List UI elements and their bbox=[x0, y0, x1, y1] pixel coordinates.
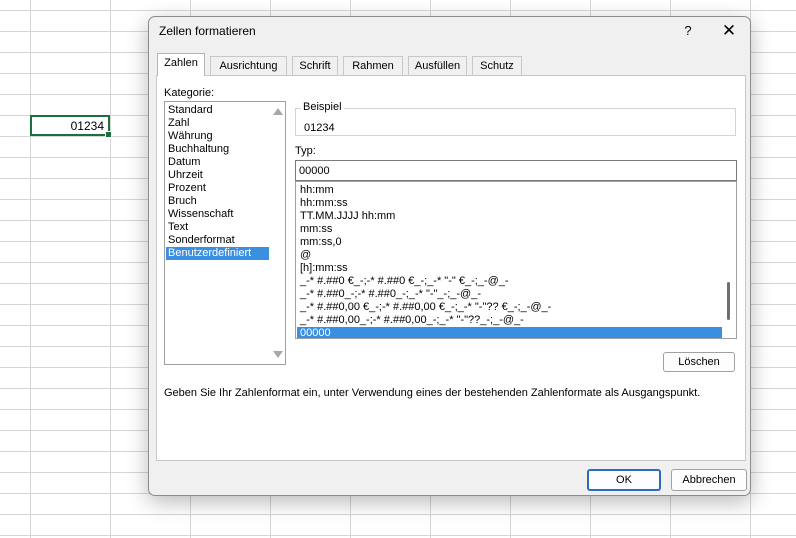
format-item[interactable]: @ bbox=[297, 249, 722, 262]
loeschen-button[interactable]: Löschen bbox=[663, 352, 735, 372]
cell-value: 01234 bbox=[70, 119, 104, 133]
tab-ausrichtung[interactable]: Ausrichtung bbox=[210, 56, 287, 75]
tab-rahmen[interactable]: Rahmen bbox=[343, 56, 403, 75]
dialog-title: Zellen formatieren bbox=[159, 24, 256, 38]
help-button[interactable]: ? bbox=[675, 19, 701, 43]
kategorie-item[interactable]: Text bbox=[166, 221, 269, 234]
format-item[interactable]: mm:ss bbox=[297, 223, 722, 236]
kategorie-label: Kategorie: bbox=[164, 87, 215, 99]
tab-zahlen[interactable]: Zahlen bbox=[157, 53, 205, 76]
format-cells-dialog: Zellen formatieren ? ✕ Zahlen Ausrichtun… bbox=[148, 16, 751, 496]
format-list-scrollbar[interactable] bbox=[727, 282, 730, 320]
format-item[interactable]: _-* #.##0_-;-* #.##0_-;_-* "-"_-;_-@_- bbox=[297, 288, 722, 301]
format-item[interactable]: hh:mm:ss bbox=[297, 197, 722, 210]
kategorie-item[interactable]: Bruch bbox=[166, 195, 269, 208]
kategorie-item[interactable]: Wissenschaft bbox=[166, 208, 269, 221]
tab-schrift[interactable]: Schrift bbox=[292, 56, 338, 75]
cancel-button[interactable]: Abbrechen bbox=[671, 469, 747, 491]
hint-text: Geben Sie Ihr Zahlenformat ein, unter Ve… bbox=[164, 387, 701, 399]
format-item-selected[interactable]: 00000 bbox=[297, 327, 722, 338]
scroll-down-icon[interactable] bbox=[273, 351, 283, 358]
scroll-up-icon[interactable] bbox=[273, 108, 283, 115]
kategorie-item[interactable]: Buchhaltung bbox=[166, 143, 269, 156]
kategorie-list[interactable]: Standard Zahl Währung Buchhaltung Datum … bbox=[164, 101, 286, 365]
close-icon[interactable]: ✕ bbox=[715, 19, 743, 43]
kategorie-item[interactable]: Datum bbox=[166, 156, 269, 169]
kategorie-item[interactable]: Uhrzeit bbox=[166, 169, 269, 182]
kategorie-item[interactable]: Währung bbox=[166, 130, 269, 143]
typ-label: Typ: bbox=[295, 145, 316, 157]
tab-ausfuellen[interactable]: Ausfüllen bbox=[408, 56, 467, 75]
format-item[interactable]: [h]:mm:ss bbox=[297, 262, 722, 275]
beispiel-groupbox bbox=[295, 108, 736, 136]
format-item[interactable]: mm:ss,0 bbox=[297, 236, 722, 249]
kategorie-item[interactable]: Sonderformat bbox=[166, 234, 269, 247]
fill-handle[interactable] bbox=[105, 131, 112, 138]
format-list[interactable]: hh:mm hh:mm:ss TT.MM.JJJJ hh:mm mm:ss mm… bbox=[295, 181, 737, 339]
ok-button[interactable]: OK bbox=[587, 469, 661, 491]
format-item[interactable]: _-* #.##0 €_-;-* #.##0 €_-;_-* "-" €_-;_… bbox=[297, 275, 722, 288]
kategorie-item[interactable]: Zahl bbox=[166, 117, 269, 130]
typ-input[interactable] bbox=[295, 160, 737, 181]
kategorie-scrollbar[interactable] bbox=[269, 102, 285, 364]
beispiel-value: 01234 bbox=[304, 122, 335, 134]
format-item[interactable]: _-* #.##0,00_-;-* #.##0,00_-;_-* "-"??_-… bbox=[297, 314, 722, 327]
kategorie-item[interactable]: Prozent bbox=[166, 182, 269, 195]
format-item[interactable]: hh:mm bbox=[297, 184, 722, 197]
beispiel-label: Beispiel bbox=[301, 101, 344, 113]
kategorie-item-selected[interactable]: Benutzerdefiniert bbox=[166, 247, 269, 260]
tab-schutz[interactable]: Schutz bbox=[472, 56, 522, 75]
active-cell[interactable]: 01234 bbox=[30, 115, 112, 138]
format-item[interactable]: TT.MM.JJJJ hh:mm bbox=[297, 210, 722, 223]
format-item[interactable]: _-* #.##0,00 €_-;-* #.##0,00 €_-;_-* "-"… bbox=[297, 301, 722, 314]
kategorie-item[interactable]: Standard bbox=[166, 104, 269, 117]
